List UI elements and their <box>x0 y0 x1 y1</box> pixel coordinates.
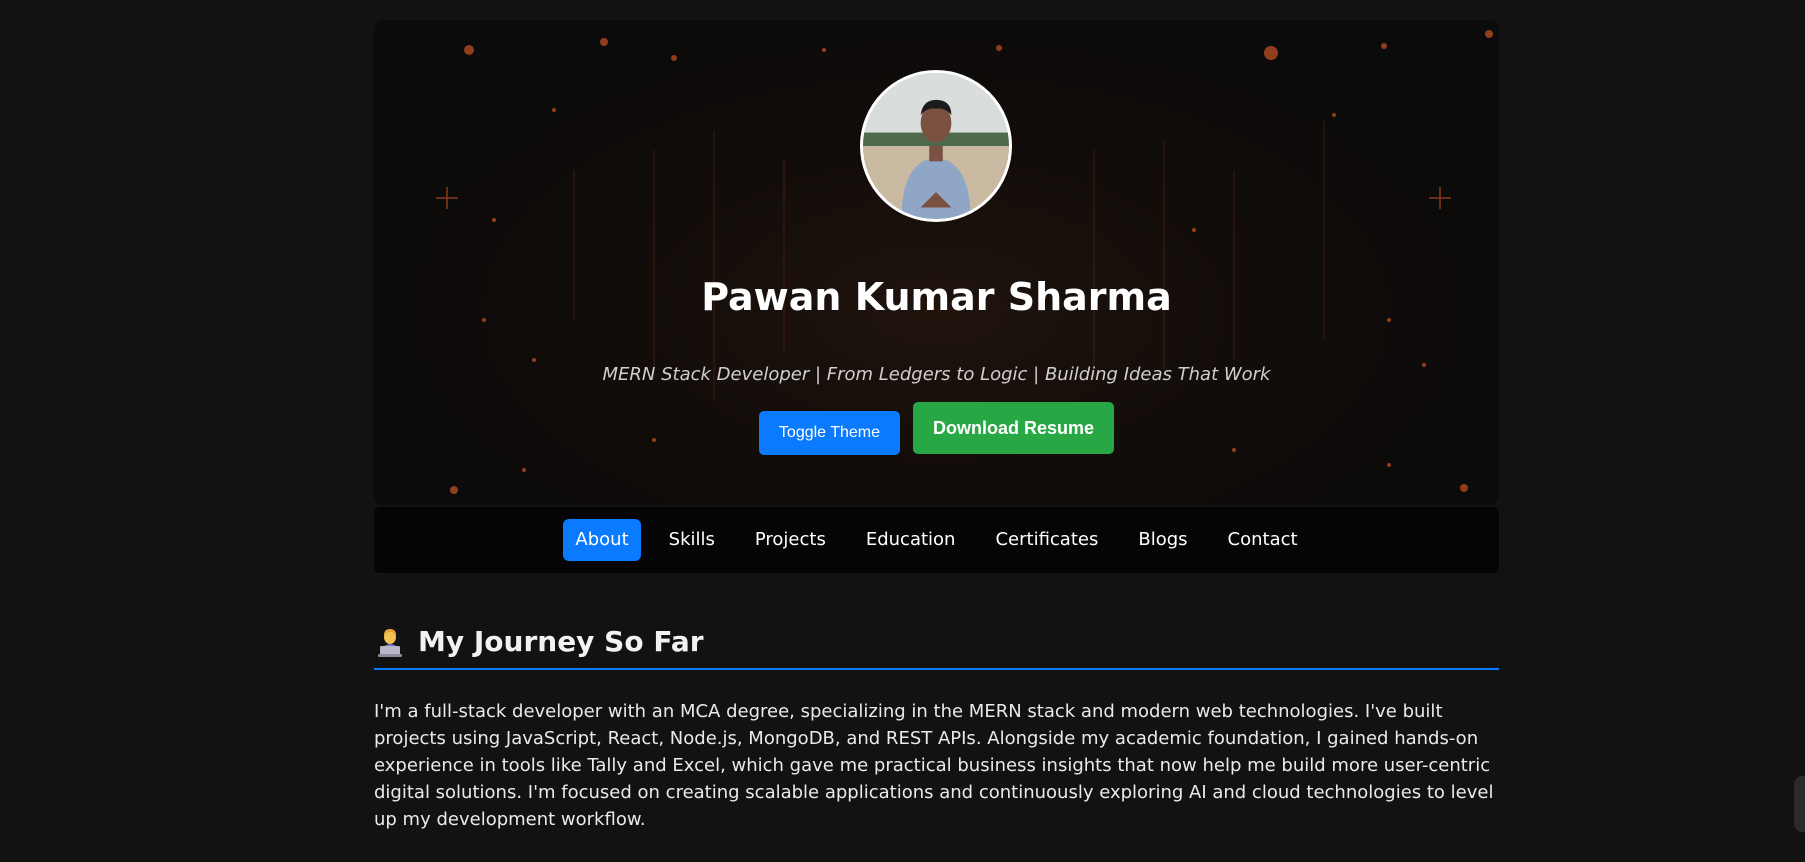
about-body: I'm a full-stack developer with an MCA d… <box>374 701 1494 830</box>
nav-item-about[interactable]: About <box>563 519 641 561</box>
main-nav: About Skills Projects Education Certific… <box>374 507 1499 573</box>
hero-button-row: Toggle Theme Download Resume <box>374 402 1499 455</box>
nav-item-contact[interactable]: Contact <box>1216 519 1310 561</box>
main-container: Pawan Kumar Sharma MERN Stack Developer … <box>374 20 1499 833</box>
nav-item-blogs[interactable]: Blogs <box>1126 519 1199 561</box>
hero-tagline: MERN Stack Developer | From Ledgers to L… <box>602 364 1271 385</box>
about-title: My Journey So Far <box>418 625 704 658</box>
profile-avatar <box>860 70 1012 222</box>
nav-item-education[interactable]: Education <box>854 519 968 561</box>
download-resume-button[interactable]: Download Resume <box>913 402 1115 454</box>
profile-photo-icon <box>863 73 1009 219</box>
nav-item-projects[interactable]: Projects <box>743 519 838 561</box>
nav-item-certificates[interactable]: Certificates <box>983 519 1110 561</box>
portfolio-page: Pawan Kumar Sharma MERN Stack Developer … <box>0 0 1805 862</box>
about-section: My Journey So Far I'm a full-stack devel… <box>374 625 1499 833</box>
toggle-theme-button[interactable]: Toggle Theme <box>758 411 901 455</box>
hero-name: Pawan Kumar Sharma <box>701 275 1172 319</box>
nav-item-skills[interactable]: Skills <box>657 519 727 561</box>
hero-section: Pawan Kumar Sharma MERN Stack Developer … <box>374 20 1499 505</box>
about-heading: My Journey So Far <box>374 625 1499 670</box>
technologist-emoji-icon <box>374 626 406 658</box>
side-scroll-handle[interactable] <box>1794 776 1805 832</box>
